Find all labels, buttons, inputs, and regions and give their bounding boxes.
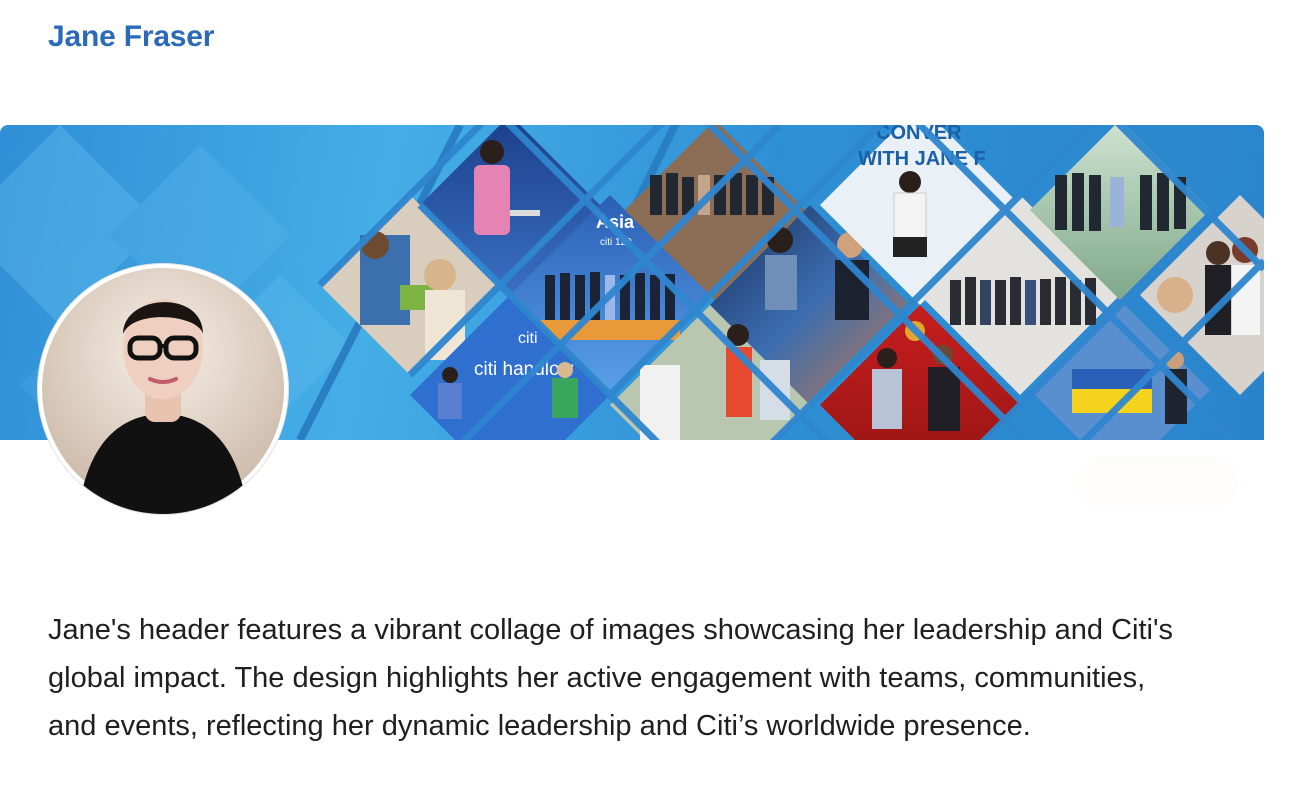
faint-action-button[interactable] (1078, 458, 1238, 508)
profile-name-link[interactable]: Jane Fraser (48, 20, 214, 54)
profile-avatar[interactable] (38, 264, 288, 514)
banner-description: Jane's header features a vibrant collage… (48, 614, 1173, 742)
portrait-photo-icon (42, 268, 284, 514)
citi-logo-text: citi (518, 330, 538, 347)
